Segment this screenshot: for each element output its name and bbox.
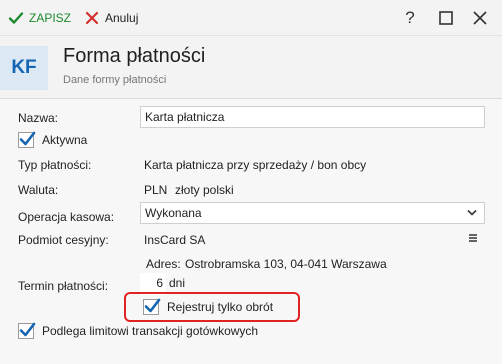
close-icon	[473, 11, 487, 25]
assignee-value: InsCard SA	[144, 233, 206, 247]
checkbox-box	[18, 131, 36, 148]
name-input[interactable]: Karta płatnicza	[140, 106, 485, 128]
register-turnover-checkbox[interactable]: Rejestruj tylko obrót	[143, 298, 274, 315]
cash-limit-label: Podlega limitowi transakcji gotówkowych	[42, 324, 259, 338]
cash-operation-value: Wykonana	[145, 206, 202, 220]
active-label: Aktywna	[42, 133, 88, 147]
cancel-button[interactable]: Anuluj	[84, 7, 138, 29]
help-button[interactable]: ?	[400, 8, 420, 28]
payment-term-label: Termin płatności:	[18, 279, 109, 293]
checkmark-icon	[144, 298, 161, 313]
register-turnover-label: Rejestruj tylko obrót	[167, 300, 274, 314]
maximize-icon	[439, 11, 453, 25]
page-subtitle: Dane formy płatności	[63, 74, 167, 86]
payment-type-label: Typ płatności:	[18, 158, 92, 172]
save-label: ZAPISZ	[29, 11, 72, 25]
payment-term-unit: dni	[169, 276, 186, 290]
cash-limit-checkbox[interactable]: Podlega limitowi transakcji gotówkowych	[18, 322, 259, 339]
name-value: Karta płatnicza	[145, 110, 225, 124]
cancel-label: Anuluj	[105, 11, 139, 25]
currency-code: PLN	[144, 183, 168, 197]
help-icon: ?	[405, 8, 415, 27]
assignee-label: Podmiot cesyjny:	[18, 233, 109, 247]
page-title: Forma płatności	[63, 45, 206, 67]
module-logo: KF	[0, 46, 48, 90]
checkmark-icon	[8, 10, 24, 26]
form-header: KF Forma płatności Dane formy płatności	[0, 36, 502, 99]
chevron-down-icon	[467, 209, 477, 216]
toolbar: ZAPISZ Anuluj ?	[0, 0, 502, 36]
currency-name: złoty polski	[175, 183, 234, 197]
payment-term-value: 6	[156, 276, 163, 290]
payment-type-value: Karta płatnicza przy sprzedaży / bon obc…	[144, 158, 367, 172]
close-x-icon	[84, 10, 100, 26]
checkbox-box	[143, 298, 161, 315]
save-button[interactable]: ZAPISZ	[8, 7, 71, 29]
currency-label: Waluta:	[18, 183, 59, 197]
cash-operation-select[interactable]: Wykonana	[140, 202, 485, 224]
maximize-button[interactable]	[436, 8, 456, 28]
address-label: Adres:	[146, 257, 181, 271]
name-label: Nazwa:	[18, 111, 59, 125]
cash-operation-label: Operacja kasowa:	[18, 210, 115, 224]
list-menu-icon[interactable]	[468, 233, 478, 243]
active-checkbox[interactable]: Aktywna	[18, 131, 88, 148]
close-button[interactable]	[470, 8, 490, 28]
checkbox-box	[18, 322, 36, 339]
address-value: Ostrobramska 103, 04-041 Warszawa	[185, 257, 387, 271]
checkmark-icon	[19, 131, 36, 146]
checkmark-icon	[19, 322, 36, 337]
